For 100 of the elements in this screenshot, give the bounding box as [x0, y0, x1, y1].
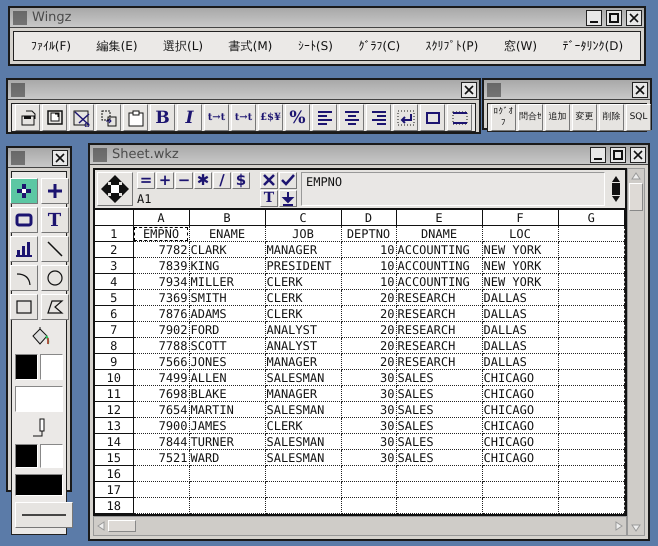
wrap-text-button[interactable]	[393, 104, 418, 131]
copy-button[interactable]	[96, 104, 121, 131]
row-header[interactable]: 1	[95, 226, 133, 242]
row-header[interactable]: 3	[95, 258, 133, 274]
check-button[interactable]	[279, 172, 297, 188]
close-button[interactable]	[630, 146, 646, 162]
menu-item[interactable]: ﾌｧｲﾙ(F)	[30, 39, 72, 53]
menu-item[interactable]: 書式(M)	[228, 38, 272, 54]
line-tool-button[interactable]	[40, 236, 68, 262]
database-button[interactable]: 追加	[545, 104, 570, 131]
row-header[interactable]: 13	[95, 418, 133, 434]
scroll-thumb[interactable]	[629, 183, 643, 211]
menu-item[interactable]: 選択(L)	[163, 38, 204, 54]
format-button[interactable]: £$¥	[258, 104, 283, 131]
close-button[interactable]	[626, 10, 642, 26]
operator-button[interactable]: −	[175, 172, 193, 189]
row-header[interactable]: 5	[95, 290, 133, 306]
row-header[interactable]: 12	[95, 402, 133, 418]
column-header[interactable]: E	[396, 210, 482, 226]
menu-item[interactable]: ｽｸﾘﾌﾟﾄ(P)	[426, 39, 478, 53]
cancel-button[interactable]	[260, 172, 278, 188]
menu-item[interactable]: ﾃﾞｰﾀﾘﾝｸ(D)	[562, 39, 624, 53]
line-color-swatch[interactable]	[15, 444, 38, 468]
close-button[interactable]	[52, 150, 68, 166]
polygon-tool-button[interactable]	[40, 294, 68, 320]
menu-item[interactable]: 窓(W)	[504, 38, 538, 54]
row-header[interactable]: 4	[95, 274, 133, 290]
text-mode-button[interactable]: T	[260, 190, 278, 206]
format-button[interactable]: t→t	[204, 104, 229, 131]
row-header[interactable]: 9	[95, 354, 133, 370]
minimize-button[interactable]	[590, 146, 606, 162]
minimize-button[interactable]	[586, 10, 602, 26]
row-header[interactable]: 6	[95, 306, 133, 322]
database-button[interactable]: 削除	[599, 104, 624, 131]
print-button[interactable]	[42, 104, 67, 131]
rectangle-tool-button[interactable]	[10, 294, 38, 320]
row-header[interactable]: 16	[95, 466, 133, 482]
row-header[interactable]: 14	[95, 434, 133, 450]
row-header[interactable]: 8	[95, 338, 133, 354]
align-left-button[interactable]	[312, 104, 337, 131]
row-header[interactable]: 11	[95, 386, 133, 402]
scissors-button[interactable]	[69, 104, 94, 131]
save-button[interactable]	[15, 104, 40, 131]
move-button[interactable]	[10, 178, 38, 204]
maximize-button[interactable]	[606, 10, 622, 26]
align-center-button[interactable]	[339, 104, 364, 131]
scroll-thumb[interactable]	[108, 520, 136, 532]
fill-color-swatch[interactable]	[15, 354, 38, 380]
fill-pattern-swatch[interactable]	[15, 386, 63, 412]
menu-item[interactable]: ｸﾞﾗﾌ(C)	[358, 39, 400, 53]
row-header[interactable]: 2	[95, 242, 133, 258]
row-header[interactable]: 15	[95, 450, 133, 466]
menu-item[interactable]: 編集(E)	[96, 38, 138, 54]
column-header[interactable]: A	[133, 210, 189, 226]
line-color-swatch[interactable]	[40, 444, 63, 468]
operator-button[interactable]: /	[213, 172, 231, 189]
row-header[interactable]: 18	[95, 498, 133, 514]
database-button[interactable]: ﾛｸﾞｵﾌ	[491, 104, 516, 131]
border-lines-button[interactable]	[447, 104, 472, 131]
button-tool-button[interactable]	[10, 207, 38, 233]
close-button[interactable]	[632, 82, 648, 98]
text-tool-button[interactable]: T	[40, 207, 68, 233]
enter-down-button[interactable]	[279, 190, 297, 206]
circle-tool-button[interactable]	[40, 265, 68, 291]
operator-button[interactable]: +	[156, 172, 174, 189]
column-header[interactable]: G	[558, 210, 624, 226]
border-box-button[interactable]	[420, 104, 445, 131]
menu-item[interactable]: ｼｰﾄ(S)	[298, 39, 333, 53]
format-button[interactable]: %	[285, 104, 310, 131]
column-header[interactable]: C	[265, 210, 341, 226]
format-button[interactable]: I	[177, 104, 202, 131]
format-button[interactable]: B	[150, 104, 175, 131]
clipboard-button[interactable]	[123, 104, 148, 131]
scroll-right-icon	[614, 521, 624, 531]
fill-color-swatch[interactable]	[40, 354, 63, 380]
row-header[interactable]: 7	[95, 322, 133, 338]
database-button[interactable]: 変更	[572, 104, 597, 131]
format-button[interactable]: t→t	[231, 104, 256, 131]
row-header[interactable]: 17	[95, 482, 133, 498]
align-right-button[interactable]	[366, 104, 391, 131]
navigation-button[interactable]	[97, 172, 133, 206]
horizontal-scrollbar[interactable]	[93, 516, 627, 536]
close-button[interactable]	[461, 82, 477, 98]
column-header[interactable]: D	[341, 210, 396, 226]
bar-chart-button[interactable]	[10, 236, 38, 262]
formula-field[interactable]: EMPNO	[301, 172, 605, 206]
operator-button[interactable]: =	[137, 172, 155, 189]
arc-tool-button[interactable]	[10, 265, 38, 291]
database-button[interactable]: SQL	[626, 104, 651, 131]
operator-button[interactable]: ✱	[194, 172, 212, 189]
column-header[interactable]: F	[482, 210, 558, 226]
row-header[interactable]: 10	[95, 370, 133, 386]
plus-button[interactable]	[40, 178, 68, 204]
line-width-button[interactable]	[15, 502, 73, 528]
operator-button[interactable]: $	[232, 172, 250, 189]
column-header[interactable]: B	[189, 210, 265, 226]
line-pattern-swatch[interactable]	[15, 474, 63, 496]
database-button[interactable]: 問合ｾ	[518, 104, 543, 131]
maximize-button[interactable]	[610, 146, 626, 162]
vertical-scrollbar[interactable]	[627, 168, 645, 536]
